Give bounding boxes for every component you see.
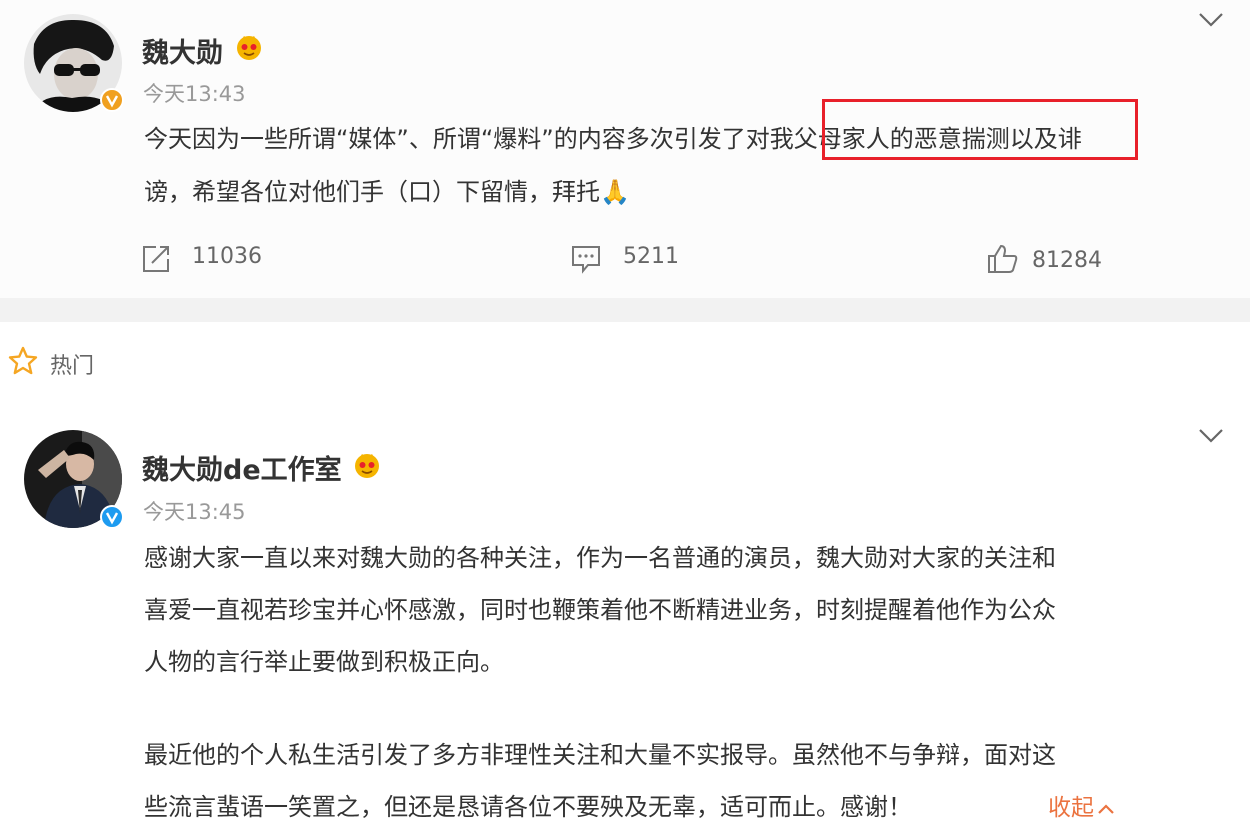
post-text-line-2: 谤，希望各位对他们手（口）下留情，拜托🙏 <box>144 178 630 206</box>
thumbs-up-icon[interactable] <box>986 243 1020 275</box>
collapse-label: 收起 <box>1048 795 1094 821</box>
verified-badge-gold <box>100 88 124 112</box>
highlight-box <box>822 99 1138 160</box>
verified-badge-blue <box>100 505 124 529</box>
post-time: 今天13:45 <box>143 500 246 524</box>
feed-separator <box>0 298 1250 322</box>
vip-badge-icon <box>352 451 382 479</box>
author-name[interactable]: 魏大勋de工作室 <box>142 448 342 487</box>
text-segment: 今天因为一些所谓“媒体”、所谓“爆料”的内容多次引发了 <box>144 125 746 153</box>
post-text-line: 感谢大家一直以来对魏大勋的各种关注，作为一名普通的演员，魏大勋对大家的关注和 <box>144 544 1056 572</box>
comment-icon[interactable] <box>570 244 602 274</box>
comment-count[interactable]: 5211 <box>623 244 679 269</box>
like-count[interactable]: 81284 <box>1032 248 1102 273</box>
author-name[interactable]: 魏大勋 <box>142 31 223 70</box>
share-icon[interactable] <box>140 243 172 275</box>
vip-badge-icon <box>234 33 264 61</box>
post-text-line: 人物的言行举止要做到积极正向。 <box>144 648 504 676</box>
section-label-hot: 热门 <box>50 354 95 379</box>
chevron-up-icon <box>1096 796 1116 822</box>
text-segment: 些流言蜚语一笑置之，但还是恳请各位不要殃及无辜，适可而止。感谢！ <box>144 793 912 821</box>
chevron-down-icon[interactable] <box>1197 426 1225 446</box>
post-time: 今天13:43 <box>143 82 246 106</box>
repost-count[interactable]: 11036 <box>192 244 262 269</box>
star-icon <box>8 346 38 376</box>
post-text-line: 最近他的个人私生活引发了多方非理性关注和大量不实报导。虽然他不与争辩，面对这 <box>144 741 1056 769</box>
post-text-line: 些流言蜚语一笑置之，但还是恳请各位不要殃及无辜，适可而止。感谢！ <box>144 787 912 822</box>
chevron-down-icon[interactable] <box>1197 10 1225 30</box>
post-text-line: 喜爱一直视若珍宝并心怀感激，同时也鞭策着他不断精进业务，时刻提醒着他作为公众 <box>144 596 1056 624</box>
collapse-link[interactable]: 收起 <box>1048 788 1116 822</box>
